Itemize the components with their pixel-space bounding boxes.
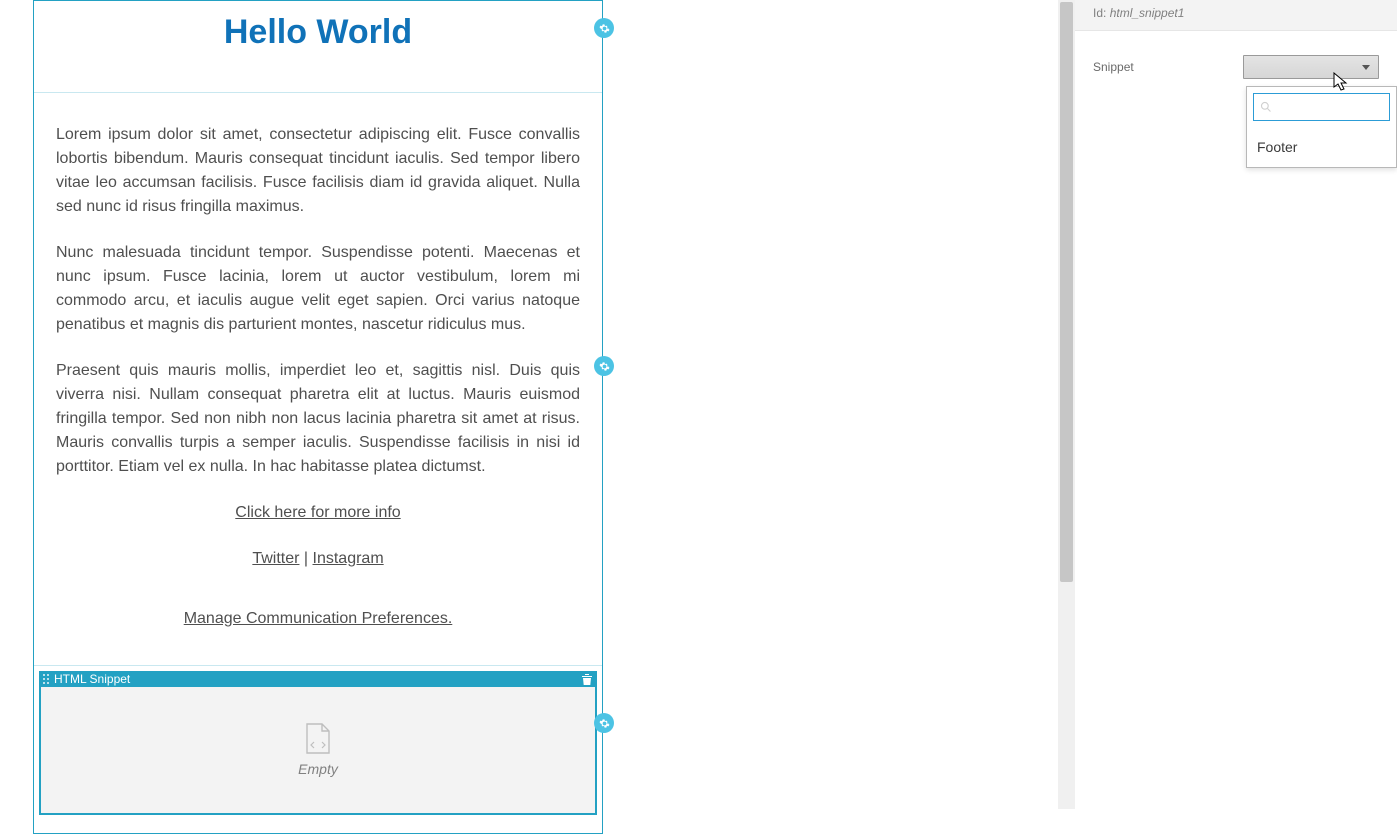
page-title: Hello World — [54, 1, 582, 52]
id-label: Id: — [1093, 6, 1106, 20]
paragraph: Praesent quis mauris mollis, imperdiet l… — [56, 359, 580, 479]
dropdown-panel: Footer — [1246, 86, 1397, 168]
dropdown-search-wrap — [1247, 87, 1396, 127]
scrollbar-thumb[interactable] — [1060, 2, 1073, 582]
link-separator: | — [299, 550, 312, 567]
gear-icon[interactable] — [594, 18, 614, 38]
email-preview[interactable]: Hello World Lorem ipsum dolor sit amet, … — [33, 0, 603, 834]
id-header: Id: html_snippet1 — [1075, 0, 1397, 31]
snippet-body[interactable]: Empty — [39, 687, 597, 815]
snippet-dropdown[interactable] — [1243, 55, 1379, 79]
snippet-empty-label: Empty — [298, 761, 338, 777]
scrollbar-track[interactable] — [1058, 0, 1075, 809]
dropdown-option-footer[interactable]: Footer — [1247, 127, 1396, 167]
html-snippet-block[interactable]: HTML Snippet Empty — [34, 665, 602, 833]
snippet-row: Snippet — [1075, 31, 1397, 87]
chevron-down-icon — [1362, 65, 1370, 70]
file-code-icon — [304, 723, 332, 755]
gear-icon[interactable] — [594, 356, 614, 376]
preferences-link[interactable]: Manage Communication Preferences. — [184, 610, 453, 627]
title-block[interactable]: Hello World — [34, 1, 602, 93]
paragraph: Nunc malesuada tincidunt tempor. Suspend… — [56, 241, 580, 337]
search-icon — [1260, 100, 1272, 114]
trash-icon[interactable] — [581, 673, 593, 686]
twitter-link[interactable]: Twitter — [252, 550, 299, 567]
dropdown-search-input[interactable] — [1278, 100, 1383, 115]
id-value: html_snippet1 — [1110, 6, 1185, 20]
snippet-field-label: Snippet — [1093, 60, 1223, 74]
paragraph: Lorem ipsum dolor sit amet, consectetur … — [56, 123, 580, 219]
drag-handle-icon[interactable] — [43, 674, 51, 685]
editor-canvas: Hello World Lorem ipsum dolor sit amet, … — [0, 0, 1060, 809]
instagram-link[interactable]: Instagram — [313, 550, 384, 567]
snippet-header-label: HTML Snippet — [54, 672, 130, 686]
more-info-link[interactable]: Click here for more info — [235, 504, 400, 521]
body-block[interactable]: Lorem ipsum dolor sit amet, consectetur … — [34, 93, 602, 665]
gear-icon[interactable] — [594, 713, 614, 733]
snippet-header[interactable]: HTML Snippet — [39, 671, 597, 687]
